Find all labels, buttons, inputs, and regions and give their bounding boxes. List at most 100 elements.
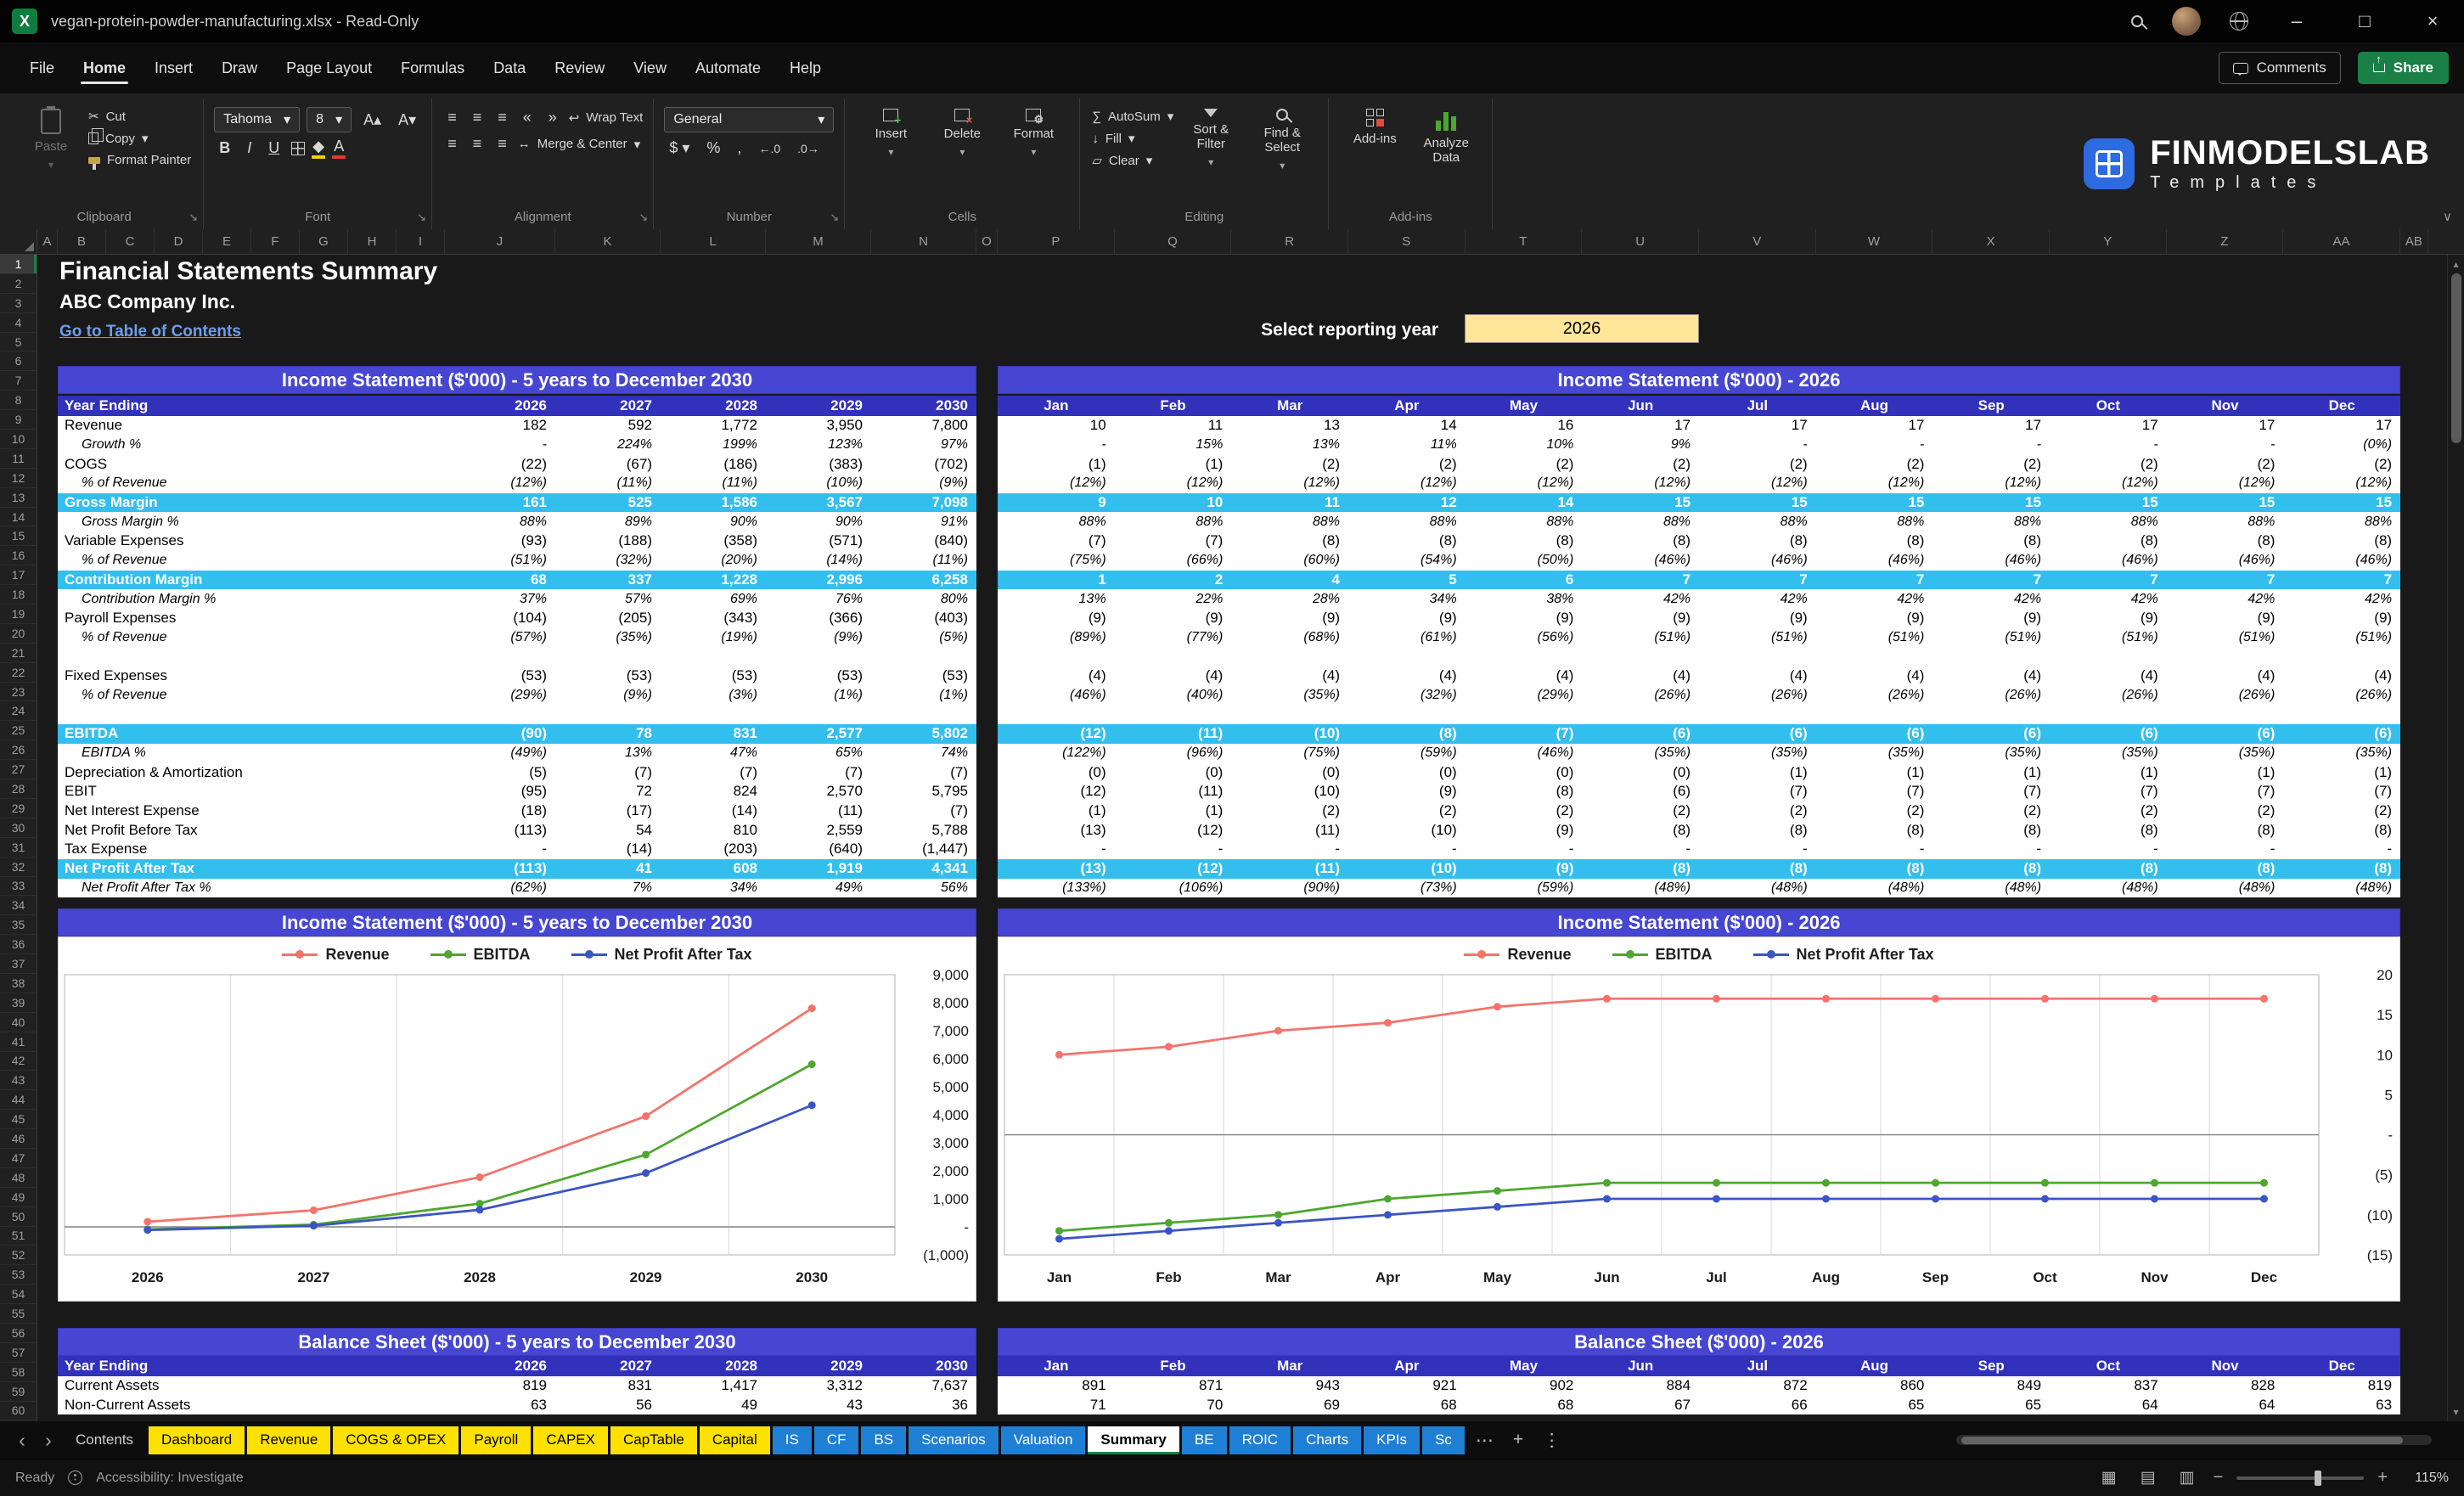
cell[interactable]: (2)	[1231, 802, 1348, 819]
cell[interactable]: (366)	[766, 610, 871, 627]
cell[interactable]: (3%)	[661, 688, 766, 703]
reporting-year-select[interactable]: 2026	[1465, 314, 1699, 343]
cell[interactable]: (8)	[2167, 860, 2284, 877]
row-header-23[interactable]: 23	[0, 683, 37, 702]
cell[interactable]: (9)	[2050, 610, 2167, 627]
row-label[interactable]: % of Revenue	[58, 475, 445, 491]
header-cell[interactable]: 2028	[661, 397, 766, 414]
column-header-V[interactable]: V	[1699, 229, 1816, 254]
cell[interactable]: 88%	[1582, 515, 1699, 530]
cell[interactable]: (9)	[1231, 610, 1348, 627]
cell[interactable]: (35%)	[1816, 745, 1933, 761]
column-header-M[interactable]: M	[766, 229, 871, 254]
header-cell[interactable]: 2027	[555, 397, 661, 414]
menu-tab-data[interactable]: Data	[479, 48, 540, 89]
cell[interactable]: (90)	[445, 725, 555, 742]
align-top-icon[interactable]: ≡	[442, 107, 461, 128]
cell[interactable]: (640)	[766, 841, 871, 858]
cell[interactable]: (66%)	[1115, 553, 1232, 568]
cell[interactable]: (1)	[1932, 764, 2050, 781]
sheet-canvas[interactable]: Financial Statements Summary ABC Company…	[37, 255, 2447, 1421]
menu-tab-home[interactable]: Home	[69, 48, 140, 89]
menu-tab-view[interactable]: View	[619, 48, 681, 89]
row-header-8[interactable]: 8	[0, 391, 37, 411]
sheet-tab-payroll[interactable]: Payroll	[461, 1426, 532, 1454]
tab-scroll-left-icon[interactable]: ‹	[10, 1430, 34, 1450]
cell[interactable]: (2)	[1582, 802, 1699, 819]
select-all-corner[interactable]	[0, 229, 37, 254]
minimize-button[interactable]: –	[2277, 10, 2316, 32]
cell[interactable]: 1,919	[766, 860, 871, 877]
cell[interactable]: (1)	[2050, 764, 2167, 781]
cell[interactable]: (383)	[766, 456, 871, 473]
cell[interactable]: 1,586	[661, 494, 766, 511]
cell[interactable]: (46%)	[1816, 553, 1933, 568]
paste-button[interactable]: Paste ▾	[15, 102, 87, 172]
cell[interactable]: 89%	[555, 515, 661, 530]
cell[interactable]: (0)	[1582, 764, 1699, 781]
dialog-launcher-icon[interactable]: ↘	[417, 211, 426, 224]
column-header-G[interactable]: G	[300, 229, 348, 254]
cell[interactable]: 11%	[1348, 437, 1465, 453]
cell[interactable]: 13%	[555, 745, 661, 761]
header-cell[interactable]: Jan	[998, 397, 1115, 414]
row-header-4[interactable]: 4	[0, 313, 37, 333]
cell[interactable]: (51%)	[2283, 630, 2400, 645]
cell[interactable]: 828	[2167, 1377, 2284, 1394]
cell[interactable]: (53)	[661, 667, 766, 684]
dialog-launcher-icon[interactable]: ↘	[830, 211, 839, 224]
cell[interactable]: (35%)	[1231, 688, 1348, 703]
cell[interactable]: 871	[1115, 1377, 1232, 1394]
cell[interactable]: (8)	[1699, 860, 1816, 877]
cell[interactable]: (9)	[1816, 610, 1933, 627]
cell[interactable]: 13%	[1231, 437, 1348, 453]
column-header-U[interactable]: U	[1582, 229, 1699, 254]
column-header-O[interactable]: O	[976, 229, 998, 254]
cell[interactable]: (53)	[555, 667, 661, 684]
cell[interactable]: 37%	[445, 592, 555, 607]
cell[interactable]: 70	[1115, 1397, 1232, 1414]
fill-button[interactable]: ↓ Fill ▾	[1092, 131, 1173, 147]
cell[interactable]: (133%)	[998, 880, 1115, 896]
row-header-54[interactable]: 54	[0, 1285, 37, 1305]
cell[interactable]: -	[1115, 841, 1232, 858]
cell[interactable]: (106%)	[1115, 880, 1232, 896]
row-label[interactable]: EBIT	[58, 783, 445, 800]
cell[interactable]: 34%	[661, 880, 766, 896]
font-color-button[interactable]: A	[332, 138, 346, 159]
cell[interactable]: (8)	[1816, 860, 1933, 877]
cell[interactable]: (0%)	[2283, 437, 2400, 453]
cell[interactable]: 7%	[555, 880, 661, 896]
cell[interactable]: (0)	[1231, 764, 1348, 781]
cell[interactable]: (7)	[766, 764, 871, 781]
cell[interactable]: (9%)	[871, 475, 976, 491]
cell[interactable]: 42%	[2050, 592, 2167, 607]
cell[interactable]: (35%)	[555, 630, 661, 645]
cell[interactable]: (6)	[1582, 725, 1699, 742]
row-header-28[interactable]: 28	[0, 779, 37, 799]
cell[interactable]: 69%	[661, 592, 766, 607]
cell[interactable]: 17	[2167, 417, 2284, 434]
page-layout-view-icon[interactable]: ▤	[2135, 1468, 2161, 1488]
cell[interactable]: 88%	[1816, 515, 1933, 530]
cell[interactable]: (9)	[1115, 610, 1232, 627]
cell[interactable]: 88%	[1115, 515, 1232, 530]
accounting-format-button[interactable]: $ ▾	[664, 138, 695, 159]
column-header-X[interactable]: X	[1932, 229, 2050, 254]
row-label[interactable]: Contribution Margin	[58, 571, 445, 588]
accessibility-status[interactable]: Accessibility: Investigate	[96, 1471, 243, 1486]
cell[interactable]: 810	[661, 822, 766, 839]
cell[interactable]: (12%)	[2167, 475, 2284, 491]
cell[interactable]: (32%)	[555, 553, 661, 568]
cell[interactable]: (35%)	[2167, 745, 2284, 761]
cell[interactable]: 41	[555, 860, 661, 877]
cell[interactable]: 88%	[2167, 515, 2284, 530]
cell[interactable]: (2)	[1699, 802, 1816, 819]
header-cell[interactable]: Year Ending	[58, 1358, 445, 1375]
cell[interactable]: (104)	[445, 610, 555, 627]
cell[interactable]: (343)	[661, 610, 766, 627]
cell[interactable]: 6,258	[871, 571, 976, 588]
cell[interactable]: 88%	[1932, 515, 2050, 530]
network-icon[interactable]	[2230, 12, 2248, 31]
cell[interactable]: (96%)	[1115, 745, 1232, 761]
